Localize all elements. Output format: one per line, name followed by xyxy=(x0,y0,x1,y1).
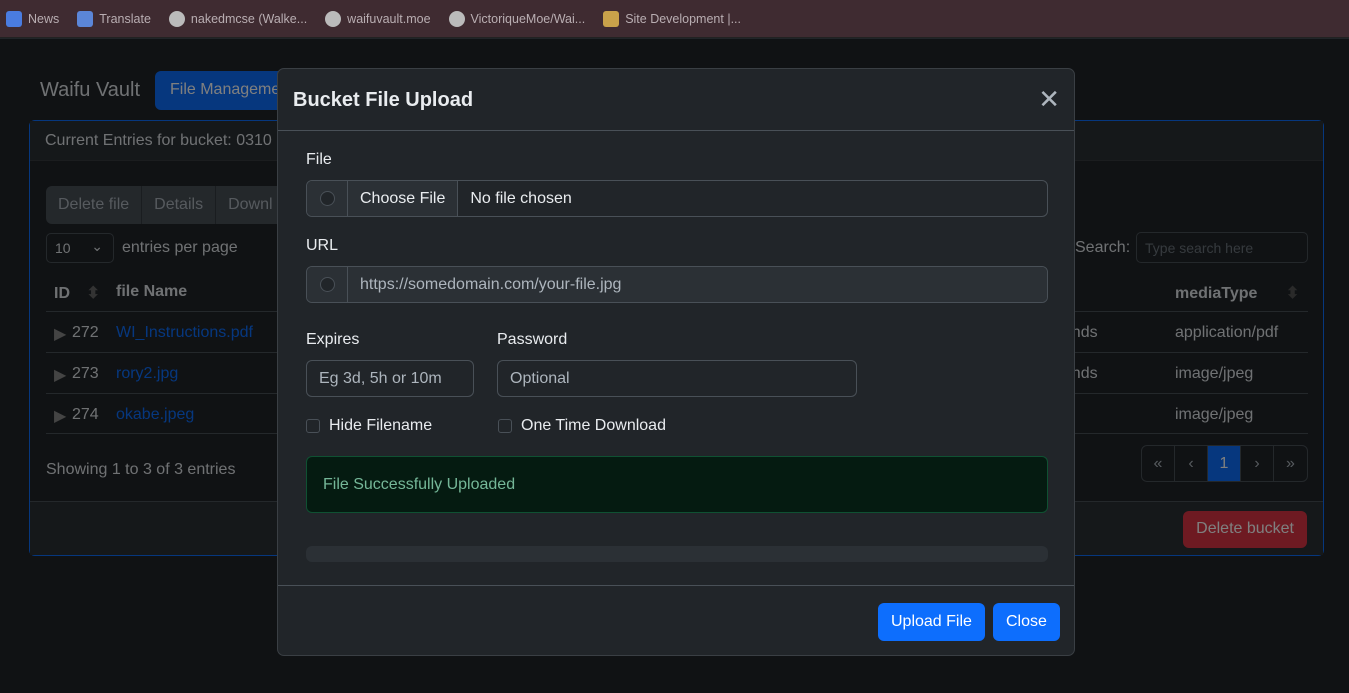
upload-progress-bar xyxy=(306,546,1048,562)
google-news-icon xyxy=(6,10,22,27)
expires-label: Expires xyxy=(306,331,360,348)
bookmark-victoriquemoe[interactable]: VictoriqueMoe/Wai... xyxy=(448,10,585,27)
upload-file-button[interactable]: Upload File xyxy=(878,603,985,641)
modal-header: Bucket File Upload ✕ xyxy=(278,69,1074,131)
bookmark-waifuvault[interactable]: waifuvault.moe xyxy=(325,10,431,27)
close-button[interactable]: Close xyxy=(993,603,1060,641)
expires-input[interactable]: Eg 3d, 5h or 10m xyxy=(306,360,474,397)
google-translate-icon xyxy=(77,10,94,27)
bookmark-github-nakedmcse[interactable]: nakedmcse (Walke... xyxy=(168,10,307,27)
one-time-download-checkbox[interactable]: One Time Download xyxy=(498,417,666,435)
file-status: No file chosen xyxy=(470,190,572,207)
bookmark-site-development[interactable]: Site Development |... xyxy=(603,10,741,27)
github-icon xyxy=(448,10,465,27)
trello-icon xyxy=(603,10,620,27)
bookmarks-bar: News Translate nakedmcse (Walke... waifu… xyxy=(0,0,1349,38)
url-input-group: https://somedomain.com/your-file.jpg xyxy=(306,266,1048,303)
url-source-radio[interactable] xyxy=(307,267,348,302)
password-label: Password xyxy=(497,331,568,348)
url-input[interactable]: https://somedomain.com/your-file.jpg xyxy=(348,267,1047,302)
choose-file-button[interactable]: Choose File xyxy=(348,181,459,216)
close-icon[interactable]: ✕ xyxy=(1038,86,1060,112)
success-alert: File Successfully Uploaded xyxy=(306,456,1048,513)
bookmark-translate[interactable]: Translate xyxy=(77,10,151,27)
hide-filename-checkbox[interactable]: Hide Filename xyxy=(306,417,432,435)
upload-modal: Bucket File Upload ✕ File Choose File No … xyxy=(277,68,1075,656)
modal-title: Bucket File Upload xyxy=(293,89,474,111)
file-input-group: Choose File No file chosen xyxy=(306,180,1048,217)
github-icon xyxy=(325,10,342,27)
bookmark-news[interactable]: News xyxy=(6,10,59,27)
file-source-radio[interactable] xyxy=(307,181,348,216)
url-label: URL xyxy=(306,237,339,254)
github-icon xyxy=(168,10,185,27)
password-input[interactable]: Optional xyxy=(497,360,857,397)
modal-footer: Upload File Close xyxy=(278,585,1074,641)
file-label: File xyxy=(306,151,332,168)
